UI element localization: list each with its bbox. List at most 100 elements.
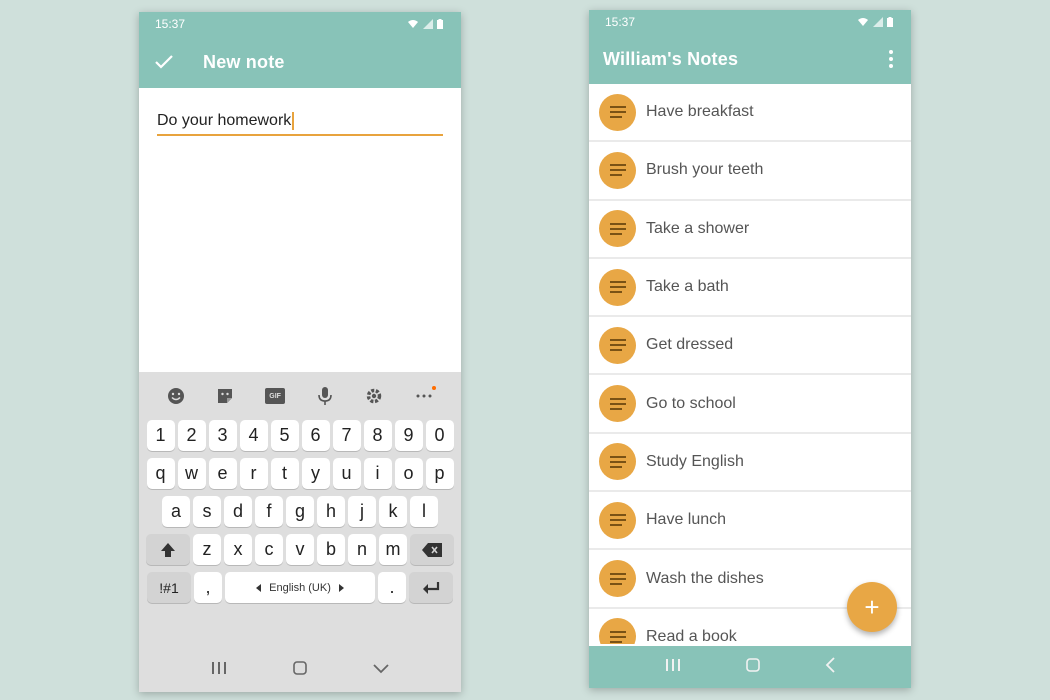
letter-row-1: q w e r t y u i o p — [139, 458, 461, 489]
key-m[interactable]: m — [379, 534, 407, 565]
space-label: English (UK) — [269, 581, 331, 594]
note-icon — [599, 210, 636, 248]
list-item[interactable]: Have lunch — [589, 492, 911, 551]
key-p[interactable]: p — [425, 458, 454, 489]
note-text: Do your homework — [157, 112, 292, 129]
note-title: Take a bath — [646, 278, 729, 296]
home-icon[interactable] — [745, 657, 761, 678]
gif-icon[interactable]: GIF — [261, 382, 289, 410]
emoji-icon[interactable] — [162, 382, 190, 410]
app-bar: New note — [139, 36, 461, 88]
list-item[interactable]: Have breakfast — [589, 84, 911, 143]
note-icon — [599, 501, 636, 539]
letter-row-2: a s d f g h j k l — [139, 496, 461, 527]
note-icon — [599, 93, 636, 131]
more-icon[interactable] — [410, 382, 438, 410]
space-key[interactable]: English (UK) — [225, 572, 375, 603]
key-y[interactable]: y — [301, 458, 330, 489]
number-row: 1 2 3 4 5 6 7 8 9 0 — [139, 420, 461, 451]
key-d[interactable]: d — [224, 496, 252, 527]
key-i[interactable]: i — [363, 458, 392, 489]
microphone-icon[interactable] — [311, 382, 339, 410]
note-text-field[interactable]: Do your homework — [157, 110, 443, 136]
notes-list: Have breakfast Brush your teeth Take a s… — [589, 84, 911, 644]
key-u[interactable]: u — [332, 458, 361, 489]
key-o[interactable]: o — [394, 458, 423, 489]
note-editor: Do your homework — [139, 88, 461, 372]
key-c[interactable]: c — [255, 534, 283, 565]
key-8[interactable]: 8 — [363, 420, 392, 451]
back-icon[interactable] — [825, 656, 835, 678]
key-g[interactable]: g — [286, 496, 314, 527]
signal-icon — [423, 19, 433, 29]
page-title: William's Notes — [603, 48, 739, 69]
key-q[interactable]: q — [146, 458, 175, 489]
key-r[interactable]: r — [239, 458, 268, 489]
status-bar: 15:37 — [589, 10, 911, 34]
key-a[interactable]: a — [162, 496, 190, 527]
note-title: Go to school — [646, 394, 736, 412]
key-n[interactable]: n — [348, 534, 376, 565]
period-key[interactable]: . — [378, 572, 406, 603]
keyboard-toolbar: GIF — [139, 372, 461, 420]
sticker-icon[interactable] — [211, 382, 239, 410]
key-2[interactable]: 2 — [177, 420, 206, 451]
wifi-icon — [858, 18, 868, 26]
key-5[interactable]: 5 — [270, 420, 299, 451]
list-item[interactable]: Study English — [589, 434, 911, 493]
backspace-key[interactable] — [410, 534, 454, 565]
recent-apps-icon[interactable] — [211, 661, 227, 680]
key-v[interactable]: v — [286, 534, 314, 565]
check-icon[interactable] — [155, 55, 203, 69]
shift-key[interactable] — [146, 534, 190, 565]
recent-apps-icon[interactable] — [665, 658, 681, 677]
note-title: Get dressed — [646, 336, 734, 354]
key-s[interactable]: s — [193, 496, 221, 527]
key-f[interactable]: f — [255, 496, 283, 527]
key-h[interactable]: h — [317, 496, 345, 527]
on-screen-keyboard: GIF 1 2 3 4 5 6 7 8 9 0 q w e r t y u i … — [139, 372, 461, 692]
arrow-right-icon — [338, 583, 344, 592]
note-icon — [599, 560, 636, 598]
navigation-bar — [139, 648, 461, 692]
key-w[interactable]: w — [177, 458, 206, 489]
note-title: Read a book — [646, 627, 737, 644]
add-note-button[interactable]: + — [847, 582, 897, 632]
list-item[interactable]: Brush your teeth — [589, 142, 911, 201]
home-icon[interactable] — [292, 660, 308, 681]
key-l[interactable]: l — [410, 496, 438, 527]
text-cursor — [292, 112, 295, 130]
list-item[interactable]: Take a bath — [589, 259, 911, 318]
key-x[interactable]: x — [224, 534, 252, 565]
key-b[interactable]: b — [317, 534, 345, 565]
key-7[interactable]: 7 — [332, 420, 361, 451]
list-item[interactable]: Get dressed — [589, 317, 911, 376]
key-t[interactable]: t — [270, 458, 299, 489]
note-icon — [599, 326, 636, 364]
notes-list-screen: 15:37 William's Notes Have breakfast Bru… — [589, 10, 911, 688]
status-bar: 15:37 — [139, 12, 461, 36]
key-1[interactable]: 1 — [146, 420, 175, 451]
enter-key[interactable] — [409, 572, 453, 603]
note-icon — [599, 443, 636, 481]
key-e[interactable]: e — [208, 458, 237, 489]
key-j[interactable]: j — [348, 496, 376, 527]
key-0[interactable]: 0 — [425, 420, 454, 451]
list-item[interactable]: Go to school — [589, 375, 911, 434]
key-k[interactable]: k — [379, 496, 407, 527]
comma-key[interactable]: , — [194, 572, 222, 603]
note-title: Have breakfast — [646, 103, 754, 121]
gear-icon[interactable] — [360, 382, 388, 410]
key-9[interactable]: 9 — [394, 420, 423, 451]
overflow-menu-icon[interactable] — [885, 46, 897, 72]
key-4[interactable]: 4 — [239, 420, 268, 451]
chevron-down-icon[interactable] — [373, 661, 389, 679]
enter-icon — [423, 581, 440, 594]
letter-row-3: z x c v b n m — [139, 534, 461, 565]
key-z[interactable]: z — [193, 534, 221, 565]
app-bar: William's Notes — [589, 34, 911, 84]
key-3[interactable]: 3 — [208, 420, 237, 451]
key-6[interactable]: 6 — [301, 420, 330, 451]
list-item[interactable]: Take a shower — [589, 201, 911, 259]
symbols-key[interactable]: !#1 — [147, 572, 191, 603]
